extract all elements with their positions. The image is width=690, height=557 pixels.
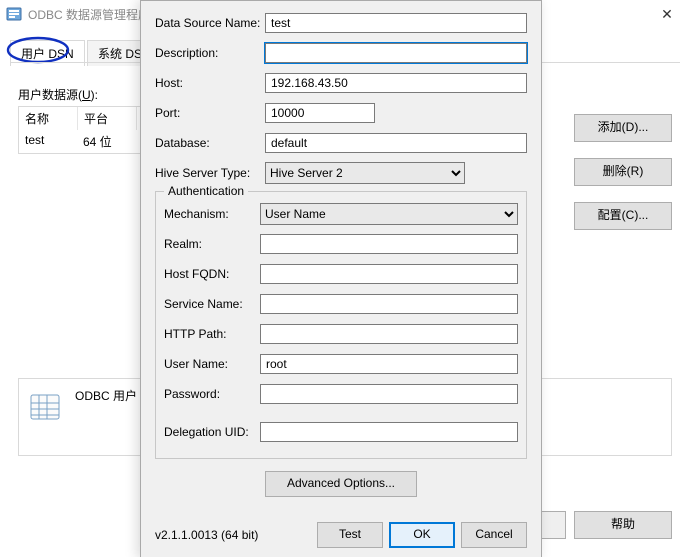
advanced-options-button[interactable]: Advanced Options... (265, 471, 417, 497)
help-button[interactable]: 帮助 (574, 511, 672, 539)
dsn-input[interactable] (265, 13, 527, 33)
http-path-label: HTTP Path: (164, 327, 260, 341)
mechanism-select[interactable]: User Name (260, 203, 518, 225)
window-title: ODBC 数据源管理程序 (28, 6, 150, 23)
database-label: Database: (155, 136, 265, 150)
service-name-label: Service Name: (164, 297, 260, 311)
ds-label-accel: U (82, 88, 91, 102)
http-path-input[interactable] (260, 324, 518, 344)
host-input[interactable] (265, 73, 527, 93)
ok-button[interactable]: OK (389, 522, 455, 548)
delegation-uid-label: Delegation UID: (164, 425, 260, 439)
hostfqdn-label: Host FQDN: (164, 267, 260, 281)
realm-label: Realm: (164, 237, 260, 251)
port-label: Port: (155, 106, 265, 120)
cell-name: test (19, 130, 77, 153)
dialog-footer: v2.1.1.0013 (64 bit) Test OK Cancel (155, 522, 527, 548)
configure-button[interactable]: 配置(C)... (574, 202, 672, 230)
hst-label: Hive Server Type: (155, 166, 265, 180)
col-header-name[interactable]: 名称 (19, 107, 78, 130)
hostfqdn-input[interactable] (260, 264, 518, 284)
realm-input[interactable] (260, 234, 518, 254)
ds-label-suffix: ): (91, 88, 98, 102)
add-button[interactable]: 添加(D)... (574, 114, 672, 142)
close-button[interactable]: ✕ (644, 0, 690, 28)
password-label: Password: (164, 387, 260, 401)
auth-legend: Authentication (164, 184, 248, 198)
username-input[interactable] (260, 354, 518, 374)
cell-platform: 64 位 (77, 130, 135, 153)
auth-groupbox: Authentication Mechanism: User Name Real… (155, 191, 527, 459)
test-button[interactable]: Test (317, 522, 383, 548)
odbc-icon (6, 6, 22, 22)
cancel-button[interactable]: Cancel (461, 522, 527, 548)
dsn-label: Data Source Name: (155, 16, 265, 30)
remove-button[interactable]: 删除(R) (574, 158, 672, 186)
col-header-platform[interactable]: 平台 (78, 107, 137, 130)
password-input[interactable] (260, 384, 518, 404)
desc-input[interactable] (265, 43, 527, 63)
datasource-list-label: 用户数据源(U): (18, 86, 98, 103)
service-name-input[interactable] (260, 294, 518, 314)
version-text: v2.1.1.0013 (64 bit) (155, 528, 311, 542)
host-label: Host: (155, 76, 265, 90)
port-input[interactable] (265, 103, 375, 123)
desc-label: Description: (155, 46, 265, 60)
hive-server-type-select[interactable]: Hive Server 2 (265, 162, 465, 184)
delegation-uid-input[interactable] (260, 422, 518, 442)
mechanism-label: Mechanism: (164, 207, 260, 221)
ds-label-prefix: 用户数据源( (18, 88, 82, 102)
spreadsheet-icon (29, 391, 61, 423)
dsn-setup-dialog: Data Source Name: Description: Host: Por… (140, 0, 542, 557)
database-input[interactable] (265, 133, 527, 153)
username-label: User Name: (164, 357, 260, 371)
